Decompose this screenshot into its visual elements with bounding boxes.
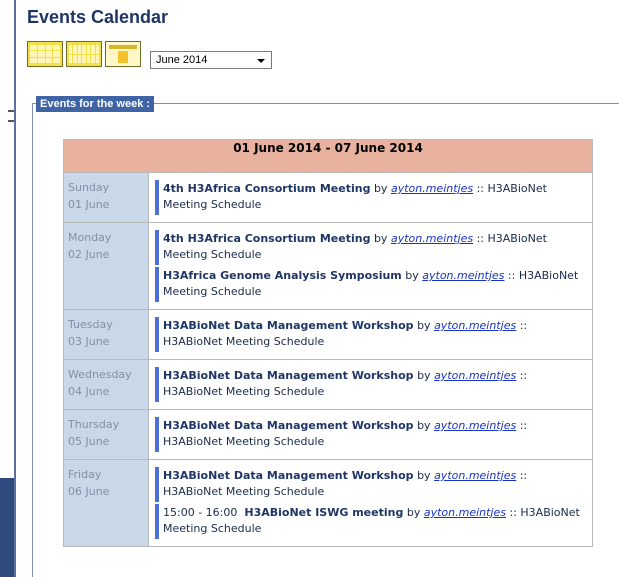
event-by: by <box>406 506 421 519</box>
event-calendar: H3ABioNet Meeting Schedule <box>163 335 325 348</box>
calendar-event: 4th H3Africa Consortium Meeting by ayton… <box>155 180 588 215</box>
day-date: 01 June <box>68 198 110 211</box>
calendar-event: H3ABioNet Data Management Workshop by ay… <box>155 317 588 352</box>
day-events: H3ABioNet Data Management Workshop by ay… <box>148 309 593 360</box>
event-author-link[interactable]: ayton.meintjes <box>424 506 506 519</box>
day-view-icon[interactable] <box>105 41 141 67</box>
event-separator: :: <box>476 182 485 195</box>
week-range: 01 June 2014 - 07 June 2014 <box>63 139 593 173</box>
event-author-link[interactable]: ayton.meintjes <box>434 369 516 382</box>
day-label: Friday 06 June <box>63 459 149 547</box>
calendar-event: H3ABioNet Data Management Workshop by ay… <box>155 467 588 502</box>
day-events: 4th H3Africa Consortium Meeting by ayton… <box>148 172 593 223</box>
event-by: by <box>373 232 388 245</box>
month-select[interactable]: June 2014 <box>150 51 272 69</box>
event-by: by <box>417 419 431 432</box>
day-date: 03 June <box>68 335 110 348</box>
calendar-event: H3ABioNet Data Management Workshop by ay… <box>155 417 588 452</box>
event-title[interactable]: H3ABioNet Data Management Workshop <box>163 369 414 382</box>
event-by: by <box>405 269 419 282</box>
day-row: Thursday 05 June H3ABioNet Data Management… <box>63 409 593 460</box>
event-by: by <box>373 182 388 195</box>
day-date: 05 June <box>68 435 110 448</box>
event-separator: :: <box>519 469 528 482</box>
month-view-icon[interactable] <box>27 41 63 67</box>
day-events: H3ABioNet Data Management Workshop by ay… <box>148 409 593 460</box>
event-by: by <box>417 369 431 382</box>
event-author-link[interactable]: ayton.meintjes <box>434 469 516 482</box>
week-header-row: 01 June 2014 - 07 June 2014 <box>63 139 593 173</box>
frame-decoration <box>8 110 18 142</box>
event-author-link[interactable]: ayton.meintjes <box>434 319 516 332</box>
event-separator: :: <box>519 369 528 382</box>
week-table: 01 June 2014 - 07 June 2014 Sunday 01 Jun… <box>63 139 593 547</box>
event-title[interactable]: 4th H3Africa Consortium Meeting <box>163 232 370 245</box>
day-date: 02 June <box>68 248 110 261</box>
day-label: Sunday 01 June <box>63 172 149 223</box>
day-label: Tuesday 03 June <box>63 309 149 360</box>
event-separator: :: <box>509 506 517 519</box>
weekday: Monday <box>68 231 112 244</box>
event-title[interactable]: H3ABioNet ISWG meeting <box>244 506 403 519</box>
calendar-event: 4th H3Africa Consortium Meeting by ayton… <box>155 230 588 265</box>
left-dark-panel <box>0 478 14 577</box>
day-row: Tuesday 03 June H3ABioNet Data Management … <box>63 309 593 360</box>
day-row: Wednesday 04 June H3ABioNet Data Managemen… <box>63 359 593 410</box>
frame-border <box>14 0 16 577</box>
event-by: by <box>417 319 431 332</box>
event-by: by <box>417 469 431 482</box>
weekday: Thursday <box>68 418 120 431</box>
weekday: Wednesday <box>68 368 132 381</box>
event-separator: :: <box>519 319 528 332</box>
event-calendar: H3ABioNet Meeting Schedule <box>163 385 325 398</box>
day-row: Monday 02 June 4th H3Africa Consortium Mee… <box>63 222 593 310</box>
event-title[interactable]: H3ABioNet Data Management Workshop <box>163 469 414 482</box>
left-frame <box>0 0 20 577</box>
main-content: Events Calendar June 2014 Events for the… <box>20 0 619 577</box>
event-calendar: H3ABioNet Meeting Schedule <box>163 435 325 448</box>
month-select-value: June 2014 <box>156 54 208 66</box>
event-time: 15:00 - 16:00 <box>163 506 238 519</box>
day-label: Thursday 05 June <box>63 409 149 460</box>
events-legend: Events for the week : <box>36 96 155 112</box>
day-date: 06 June <box>68 485 110 498</box>
event-title[interactable]: H3ABioNet Data Management Workshop <box>163 319 414 332</box>
chevron-down-icon <box>257 59 265 63</box>
calendar-event: H3Africa Genome Analysis Symposium by ay… <box>155 267 588 302</box>
event-separator: :: <box>519 419 528 432</box>
event-separator: :: <box>476 232 485 245</box>
day-events: 4th H3Africa Consortium Meeting by ayton… <box>148 222 593 310</box>
weekday: Tuesday <box>68 318 113 331</box>
event-calendar: H3ABioNet Meeting Schedule <box>163 485 325 498</box>
event-title[interactable]: 4th H3Africa Consortium Meeting <box>163 182 370 195</box>
event-separator: :: <box>507 269 516 282</box>
day-events: H3ABioNet Data Management Workshop by ay… <box>148 459 593 547</box>
event-author-link[interactable]: ayton.meintjes <box>422 269 504 282</box>
weekday: Friday <box>68 468 102 481</box>
weekday: Sunday <box>68 181 110 194</box>
calendar-event: 15:00 - 16:00 H3ABioNet ISWG meeting by … <box>155 504 588 539</box>
day-row: Sunday 01 June 4th H3Africa Consortium Mee… <box>63 172 593 223</box>
event-author-link[interactable]: ayton.meintjes <box>391 232 473 245</box>
day-events: H3ABioNet Data Management Workshop by ay… <box>148 359 593 410</box>
calendar-event: H3ABioNet Data Management Workshop by ay… <box>155 367 588 402</box>
event-title[interactable]: H3Africa Genome Analysis Symposium <box>163 269 402 282</box>
view-switcher <box>27 41 141 67</box>
day-label: Wednesday 04 June <box>63 359 149 410</box>
day-row: Friday 06 June H3ABioNet Data Management W… <box>63 459 593 547</box>
page-title: Events Calendar <box>27 7 169 27</box>
week-view-icon[interactable] <box>66 41 102 67</box>
event-title[interactable]: H3ABioNet Data Management Workshop <box>163 419 414 432</box>
day-label: Monday 02 June <box>63 222 149 310</box>
event-author-link[interactable]: ayton.meintjes <box>391 182 473 195</box>
fieldset-border-left <box>32 103 33 577</box>
day-date: 04 June <box>68 385 110 398</box>
event-author-link[interactable]: ayton.meintjes <box>434 419 516 432</box>
